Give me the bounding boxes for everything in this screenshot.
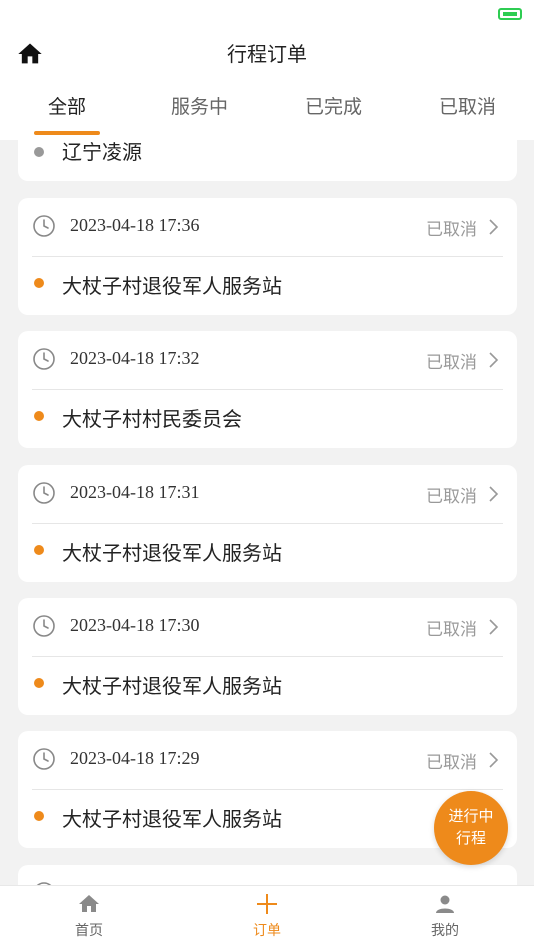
order-time: 2023-04-18 17:31 (70, 482, 200, 502)
clock-icon (33, 615, 55, 637)
order-time: 2023-04-18 17:36 (70, 215, 200, 235)
divider (32, 256, 503, 257)
chevron-right-icon (489, 619, 499, 635)
top-bar: 行程订单 全部 服务中 已完成 已取消 (0, 0, 534, 140)
battery-icon (498, 8, 522, 20)
tab-cancelled[interactable]: 已取消 (439, 92, 496, 119)
tab-in-service[interactable]: 服务中 (171, 92, 228, 119)
order-status: 已取消 (426, 353, 477, 373)
clock-icon (33, 482, 55, 504)
clock-icon (33, 215, 55, 237)
divider (32, 389, 503, 390)
plus-icon (257, 894, 277, 914)
home-icon (79, 895, 99, 912)
divider (32, 523, 503, 524)
nav-mine-label: 我的 (431, 923, 459, 939)
order-place: 大杖子村村民委员会 (62, 407, 242, 431)
order-card-partial[interactable]: 辽宁凌源 (18, 140, 517, 181)
fab-line2: 行程 (455, 829, 486, 847)
order-status: 已取消 (426, 753, 477, 773)
order-place: 大杖子村退役军人服务站 (62, 541, 282, 565)
nav-home[interactable]: 首页 (49, 892, 129, 940)
divider (32, 656, 503, 657)
order-time: 2023-04-18 17:29 (70, 748, 200, 768)
page-title: 行程订单 (227, 42, 307, 66)
bottom-nav: 首页 订单 我的 (0, 885, 534, 950)
destination-dot (34, 411, 44, 421)
order-time: 2023-04-18 17:32 (70, 348, 200, 368)
tab-bar: 全部 服务中 已完成 已取消 (0, 92, 534, 135)
clock-icon (33, 748, 55, 770)
order-place: 大杖子村退役军人服务站 (62, 674, 282, 698)
nav-home-label: 首页 (75, 923, 103, 939)
nav-orders[interactable]: 订单 (227, 892, 307, 940)
destination-dot (34, 545, 44, 555)
chevron-right-icon (489, 352, 499, 368)
divider (32, 789, 503, 790)
origin-dot (34, 147, 44, 157)
active-tab-indicator (34, 131, 100, 135)
order-card[interactable]: 2023-04-18 17:31 已取消 大杖子村退役军人服务站 (18, 465, 517, 582)
order-card[interactable]: 2023-04-18 17:32 已取消 大杖子村村民委员会 (18, 331, 517, 448)
in-progress-trip-button[interactable]: 进行中 行程 (434, 791, 508, 865)
order-place: 大杖子村退役军人服务站 (62, 807, 282, 831)
chevron-right-icon (489, 219, 499, 235)
chevron-right-icon (489, 486, 499, 502)
destination-dot (34, 678, 44, 688)
order-time: 2023-04-18 17:30 (70, 615, 200, 635)
order-list[interactable]: 辽宁凌源 2023-04-18 17:36 已取消 大杖子村退役军人服务站 20… (0, 140, 534, 885)
fab-line1: 进行中 (448, 807, 494, 825)
order-card-partial[interactable] (18, 865, 517, 885)
clock-icon (33, 348, 55, 370)
order-status: 已取消 (426, 620, 477, 640)
nav-mine[interactable]: 我的 (405, 892, 485, 940)
order-place: 辽宁凌源 (62, 140, 142, 164)
order-card[interactable]: 2023-04-18 17:36 已取消 大杖子村退役军人服务站 (18, 198, 517, 315)
order-card[interactable]: 2023-04-18 17:30 已取消 大杖子村退役军人服务站 (18, 598, 517, 715)
order-status: 已取消 (426, 487, 477, 507)
tab-completed[interactable]: 已完成 (305, 92, 362, 119)
nav-orders-label: 订单 (253, 923, 281, 939)
destination-dot (34, 811, 44, 821)
tab-all[interactable]: 全部 (48, 92, 86, 119)
destination-dot (34, 278, 44, 288)
order-status: 已取消 (426, 220, 477, 240)
user-icon (436, 895, 454, 913)
chevron-right-icon (489, 752, 499, 768)
order-place: 大杖子村退役军人服务站 (62, 274, 282, 298)
